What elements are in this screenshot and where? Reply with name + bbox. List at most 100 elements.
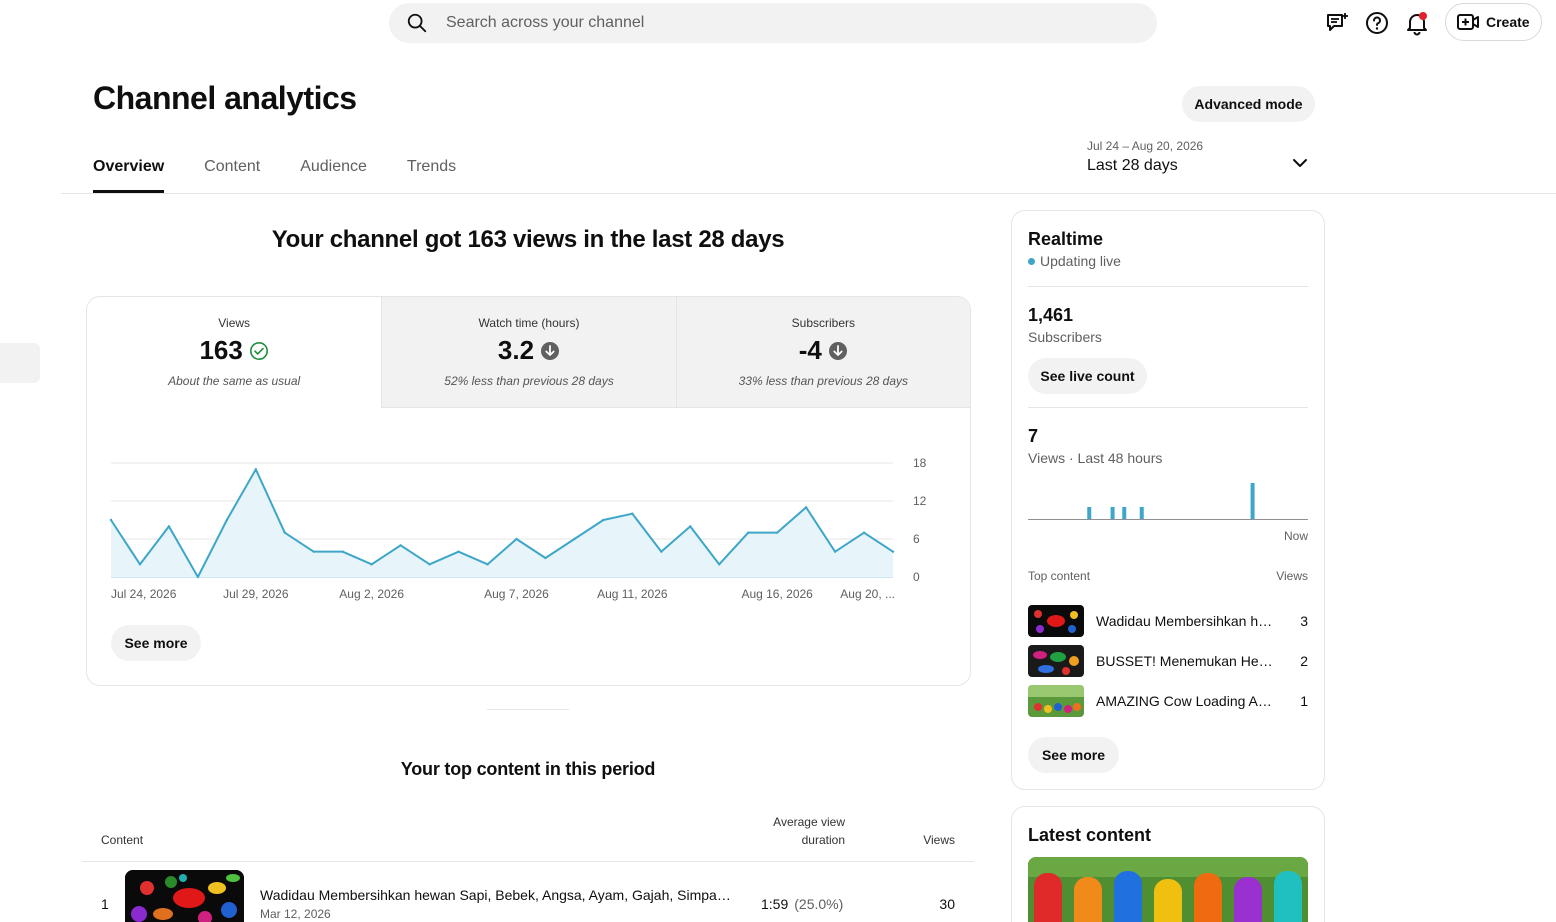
realtime-bar (1110, 507, 1115, 519)
see-more-button[interactable]: See more (111, 625, 201, 661)
latest-video-thumbnail[interactable] (1028, 857, 1308, 922)
overview-headline: Your channel got 163 views in the last 2… (271, 226, 785, 253)
search-input[interactable] (446, 14, 1126, 32)
tab-trends[interactable]: Trends (407, 158, 456, 193)
metric-tab-watch-time[interactable]: Watch time (hours) 3.2 52% less than pre… (381, 297, 676, 408)
see-live-count-button[interactable]: See live count (1028, 358, 1147, 394)
metric-tab-views[interactable]: Views 163 About the same as usual (87, 297, 382, 408)
realtime-title: Realtime (1028, 229, 1104, 249)
y-tick-label: 6 (913, 532, 920, 546)
feedback-icon[interactable] (1324, 10, 1350, 36)
search-bar[interactable] (389, 3, 1157, 43)
top-content-label: Top content (1028, 569, 1091, 583)
data-point (196, 575, 200, 579)
item-title: Wadidau Membersihkan hewan Sapi... (1096, 613, 1278, 629)
metric-label: Watch time (hours) (478, 316, 580, 330)
metric-note: About the same as usual (168, 374, 301, 388)
realtime-bar (1250, 483, 1255, 519)
data-point (862, 531, 866, 534)
data-point (428, 563, 431, 566)
metric-label: Subscribers (791, 316, 855, 330)
create-video-icon (1457, 14, 1479, 30)
item-thumbnail (1028, 685, 1084, 717)
video-title[interactable]: Wadidau Membersihkan hewan Sapi, Bebek, … (260, 887, 735, 903)
date-range-picker[interactable]: Jul 24 – Aug 20, 2026 Last 28 days (1087, 139, 1312, 175)
arrow-down-circle-icon (828, 341, 847, 360)
chart-area (111, 469, 893, 577)
y-tick-label: 12 (913, 494, 927, 508)
now-label: Now (1283, 529, 1308, 543)
metric-value: 3.2 (497, 335, 535, 365)
realtime-see-more-button[interactable]: See more (1028, 737, 1119, 773)
arrow-down-circle-icon (541, 341, 560, 360)
x-tick-label: Aug 2, 2026 (339, 587, 404, 601)
item-thumbnail (1028, 645, 1084, 677)
table-row[interactable]: 1 Wadidau Membersihkan hewan Sapi, Bebek… (82, 862, 974, 922)
x-tick-label: Aug 20, ... (840, 587, 895, 601)
video-date: Mar 12, 2026 (260, 907, 331, 921)
column-header-views[interactable]: Views (895, 833, 955, 847)
data-point (341, 550, 344, 553)
analytics-tabs: Overview Content Audience Trends (93, 158, 496, 193)
column-header-avd-line2[interactable]: duration (745, 833, 845, 847)
y-tick-label: 18 (913, 456, 927, 470)
duration-percent: (25.0%) (794, 896, 844, 912)
item-thumbnail (1028, 605, 1084, 637)
divider (1028, 407, 1308, 408)
item-title: BUSSET! Menemukan Hewan... (1096, 653, 1278, 669)
create-button[interactable]: Create (1445, 3, 1542, 41)
tab-content[interactable]: Content (204, 158, 260, 193)
metric-note: 52% less than previous 28 days (444, 374, 614, 388)
metric-tab-subscribers[interactable]: Subscribers -4 33% less than previous 28… (675, 297, 970, 408)
row-views: 30 (939, 896, 955, 912)
row-rank: 1 (101, 896, 109, 912)
search-icon (407, 13, 427, 33)
tab-overview[interactable]: Overview (93, 158, 165, 193)
avg-view-duration: 1:59 (25.0%) (761, 896, 843, 912)
tabs-divider (61, 193, 1556, 194)
sidebar-collapsed-handle[interactable] (0, 343, 40, 383)
x-tick-label: Aug 11, 2026 (597, 587, 668, 601)
metric-value: 163 (199, 335, 243, 365)
metric-value: -4 (798, 335, 822, 365)
advanced-mode-button[interactable]: Advanced mode (1182, 86, 1315, 122)
realtime-bar (1139, 507, 1144, 519)
subscriber-label: Subscribers (1028, 329, 1102, 345)
data-point (109, 518, 113, 522)
realtime-status: Updating live (1028, 253, 1121, 269)
item-views: 1 (1300, 693, 1308, 709)
data-point (138, 563, 142, 566)
duration-value: 1:59 (761, 896, 789, 912)
realtime-top-item[interactable]: Wadidau Membersihkan hewan Sapi... 3 (1028, 605, 1308, 637)
latest-content-card: Latest content (1011, 806, 1325, 922)
data-point (544, 556, 547, 560)
column-header-avd-line1[interactable]: Average view (745, 815, 845, 829)
data-point (833, 550, 837, 553)
realtime-bar-chart (1028, 483, 1308, 520)
realtime-views-count: 7 (1028, 426, 1039, 446)
help-icon[interactable] (1364, 10, 1390, 36)
data-point (573, 537, 576, 541)
data-point (225, 518, 229, 522)
tab-audience[interactable]: Audience (300, 158, 367, 193)
notifications-icon[interactable] (1404, 10, 1430, 36)
date-range-label: Last 28 days (1087, 157, 1178, 174)
realtime-card: Realtime Updating live 1,461 Subscribers… (1011, 210, 1325, 790)
data-point (283, 531, 286, 534)
views-line-chart: 0 6 12 18 Jul 24, 2026 Jul 29, 2026 Aug 2, 202… (109, 456, 927, 601)
item-title: AMAZING Cow Loading Activity... (1096, 693, 1278, 709)
data-point (399, 544, 402, 547)
data-point (660, 550, 663, 553)
live-dot-icon (1028, 257, 1035, 265)
realtime-top-item[interactable]: AMAZING Cow Loading Activity... 1 (1028, 685, 1308, 717)
realtime-bar (1087, 507, 1092, 519)
data-point (891, 550, 895, 553)
item-views: 2 (1300, 653, 1308, 669)
video-thumbnail[interactable] (125, 870, 244, 922)
metric-label: Views (218, 316, 251, 330)
section-divider (487, 709, 569, 710)
data-point (254, 468, 258, 471)
data-point (312, 550, 315, 553)
realtime-top-item[interactable]: BUSSET! Menemukan Hewan... 2 (1028, 645, 1308, 677)
metric-note: 33% less than previous 28 days (738, 374, 909, 388)
